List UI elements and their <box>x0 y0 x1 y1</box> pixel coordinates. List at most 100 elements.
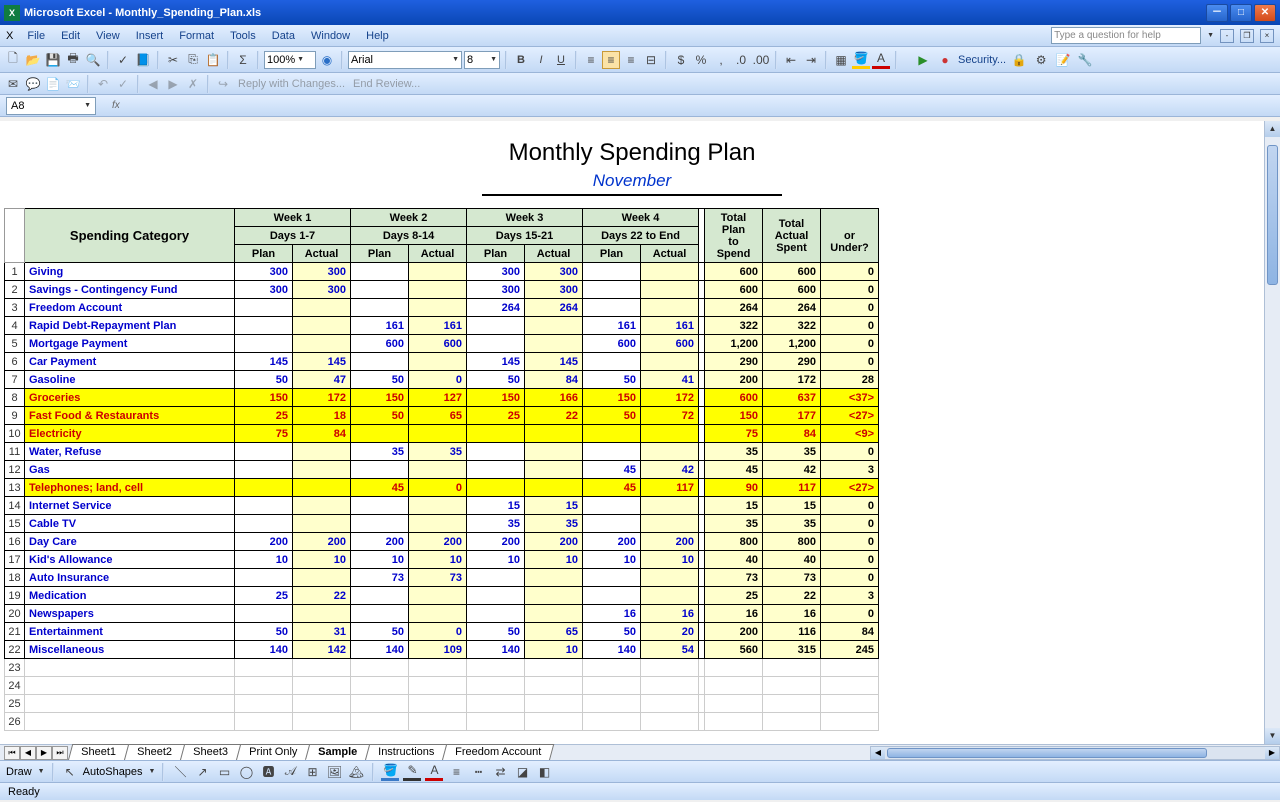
table-row[interactable]: 14Internet Service151515150 <box>5 497 879 515</box>
table-row[interactable]: 20Newspapers161616160 <box>5 605 879 623</box>
print-icon[interactable]: 🖶 <box>64 51 82 69</box>
arrow-icon[interactable]: ↗ <box>193 763 211 781</box>
vertical-scrollbar[interactable]: ▲ ▼ <box>1264 121 1280 744</box>
end-review-button[interactable]: End Review... <box>353 78 420 90</box>
paste-icon[interactable]: 📋 <box>204 51 222 69</box>
maximize-button[interactable]: □ <box>1230 4 1252 22</box>
fill-color-icon[interactable]: 🪣 <box>852 51 870 69</box>
table-row[interactable]: 12Gas454245423 <box>5 461 879 479</box>
help-dropdown-icon[interactable]: ▼ <box>1207 32 1214 39</box>
table-row[interactable]: 11Water, Refuse353535350 <box>5 443 879 461</box>
table-row[interactable]: 1Giving3003003003006006000 <box>5 263 879 281</box>
font-select[interactable]: Arial▼ <box>348 51 462 69</box>
worksheet-grid[interactable]: Monthly Spending Plan November Spending … <box>0 121 1264 760</box>
diagram-icon[interactable]: ⊞ <box>303 763 321 781</box>
open-icon[interactable]: 📂 <box>24 51 42 69</box>
merge-icon[interactable]: ⊟ <box>642 51 660 69</box>
textbox-icon[interactable]: 🅰 <box>259 763 277 781</box>
font-color-draw-icon[interactable]: A <box>425 763 443 781</box>
tab-freedom-account[interactable]: Freedom Account <box>442 744 555 761</box>
name-box[interactable]: A8▼ <box>6 97 96 115</box>
hscroll-thumb[interactable] <box>887 748 1207 758</box>
tab-first-icon[interactable]: ⏮ <box>4 746 20 760</box>
table-row[interactable]: 4Rapid Debt-Repayment Plan16116116116132… <box>5 317 879 335</box>
menu-file[interactable]: File <box>19 28 53 44</box>
table-row[interactable]: 17Kid's Allowance101010101010101040400 <box>5 551 879 569</box>
3d-icon[interactable]: ◧ <box>535 763 553 781</box>
comma-icon[interactable]: , <box>712 51 730 69</box>
rect-icon[interactable]: ▭ <box>215 763 233 781</box>
close-button[interactable]: ✕ <box>1254 4 1276 22</box>
table-row[interactable]: 2Savings - Contingency Fund3003003003006… <box>5 281 879 299</box>
horizontal-scrollbar[interactable]: ◀ ▶ <box>870 746 1280 760</box>
controls-icon[interactable]: 🔧 <box>1076 51 1094 69</box>
arrow-style-icon[interactable]: ⇄ <box>491 763 509 781</box>
scroll-left-icon[interactable]: ◀ <box>871 747 885 759</box>
vba-icon[interactable]: 📝 <box>1054 51 1072 69</box>
table-row[interactable]: 16Day Care200200200200200200200200800800… <box>5 533 879 551</box>
line-color-icon[interactable]: ✎ <box>403 763 421 781</box>
tab-sample[interactable]: Sample <box>305 744 371 761</box>
dash-style-icon[interactable]: ┅ <box>469 763 487 781</box>
tab-sheet1[interactable]: Sheet1 <box>68 744 129 761</box>
currency-icon[interactable]: $ <box>672 51 690 69</box>
fx-icon[interactable]: fx <box>112 100 120 111</box>
select-icon[interactable]: ↖ <box>61 763 79 781</box>
inc-indent-icon[interactable]: ⇥ <box>802 51 820 69</box>
zoom-select[interactable]: 100%▼ <box>264 51 316 69</box>
save-icon[interactable]: 💾 <box>44 51 62 69</box>
align-center-icon[interactable]: ≡ <box>602 51 620 69</box>
tab-print-only[interactable]: Print Only <box>235 744 310 761</box>
table-row[interactable]: 3Freedom Account2642642642640 <box>5 299 879 317</box>
tab-last-icon[interactable]: ⏭ <box>52 746 68 760</box>
shadow-icon[interactable]: ◪ <box>513 763 531 781</box>
clipart-icon[interactable]: 🖼 <box>325 763 343 781</box>
table-row[interactable]: 19Medication252225223 <box>5 587 879 605</box>
align-left-icon[interactable]: ≡ <box>582 51 600 69</box>
dec-decimal-icon[interactable]: .00 <box>752 51 770 69</box>
table-row[interactable]: 23 <box>5 659 879 677</box>
scroll-down-icon[interactable]: ▼ <box>1265 728 1280 744</box>
menu-window[interactable]: Window <box>303 28 358 44</box>
research-icon[interactable]: 📘 <box>134 51 152 69</box>
reject-icon[interactable]: ✗ <box>184 75 202 93</box>
minimize-button[interactable]: － <box>1206 4 1228 22</box>
align-right-icon[interactable]: ≡ <box>622 51 640 69</box>
play-icon[interactable]: ▶ <box>914 51 932 69</box>
track-changes-icon[interactable]: ↶ <box>94 75 112 93</box>
autosum-icon[interactable]: Σ <box>234 51 252 69</box>
menu-format[interactable]: Format <box>171 28 222 44</box>
font-size-select[interactable]: 8▼ <box>464 51 500 69</box>
accept-icon[interactable]: ✓ <box>114 75 132 93</box>
show-comments-icon[interactable]: 📄 <box>44 75 62 93</box>
inc-decimal-icon[interactable]: .0 <box>732 51 750 69</box>
font-color-icon[interactable]: A <box>872 51 890 69</box>
send-icon[interactable]: ↪ <box>214 75 232 93</box>
reply-changes-button[interactable]: Reply with Changes... <box>238 78 345 90</box>
table-row[interactable]: 10Electricity75847584<9> <box>5 425 879 443</box>
table-row[interactable]: 13Telephones; land, cell4504511790117<27… <box>5 479 879 497</box>
tab-sheet2[interactable]: Sheet2 <box>124 744 185 761</box>
envelope-icon[interactable]: ✉ <box>4 75 22 93</box>
scroll-up-icon[interactable]: ▲ <box>1265 121 1280 137</box>
doc-close-button[interactable]: × <box>1260 29 1274 43</box>
protect-icon[interactable]: 🔒 <box>1010 51 1028 69</box>
spell-icon[interactable]: ✓ <box>114 51 132 69</box>
help-search-input[interactable] <box>1051 27 1201 44</box>
table-row[interactable]: 25 <box>5 695 879 713</box>
tab-next-icon[interactable]: ▶ <box>36 746 52 760</box>
table-row[interactable]: 5Mortgage Payment6006006006001,2001,2000 <box>5 335 879 353</box>
tab-instructions[interactable]: Instructions <box>365 744 448 761</box>
mail-icon[interactable]: 📨 <box>64 75 82 93</box>
draw-menu[interactable]: Draw <box>6 766 32 778</box>
budget-table[interactable]: Spending CategoryWeek 1Week 2Week 3Week … <box>4 208 879 731</box>
picture-icon[interactable]: 🏔 <box>347 763 365 781</box>
underline-icon[interactable]: U <box>552 51 570 69</box>
menu-tools[interactable]: Tools <box>222 28 264 44</box>
tab-sheet3[interactable]: Sheet3 <box>179 744 240 761</box>
table-row[interactable]: 6Car Payment1451451451452902900 <box>5 353 879 371</box>
doc-minimize-button[interactable]: - <box>1220 29 1234 43</box>
cut-icon[interactable]: ✂ <box>164 51 182 69</box>
next-comment-icon[interactable]: ▶ <box>164 75 182 93</box>
table-row[interactable]: 7Gasoline50475005084504120017228 <box>5 371 879 389</box>
